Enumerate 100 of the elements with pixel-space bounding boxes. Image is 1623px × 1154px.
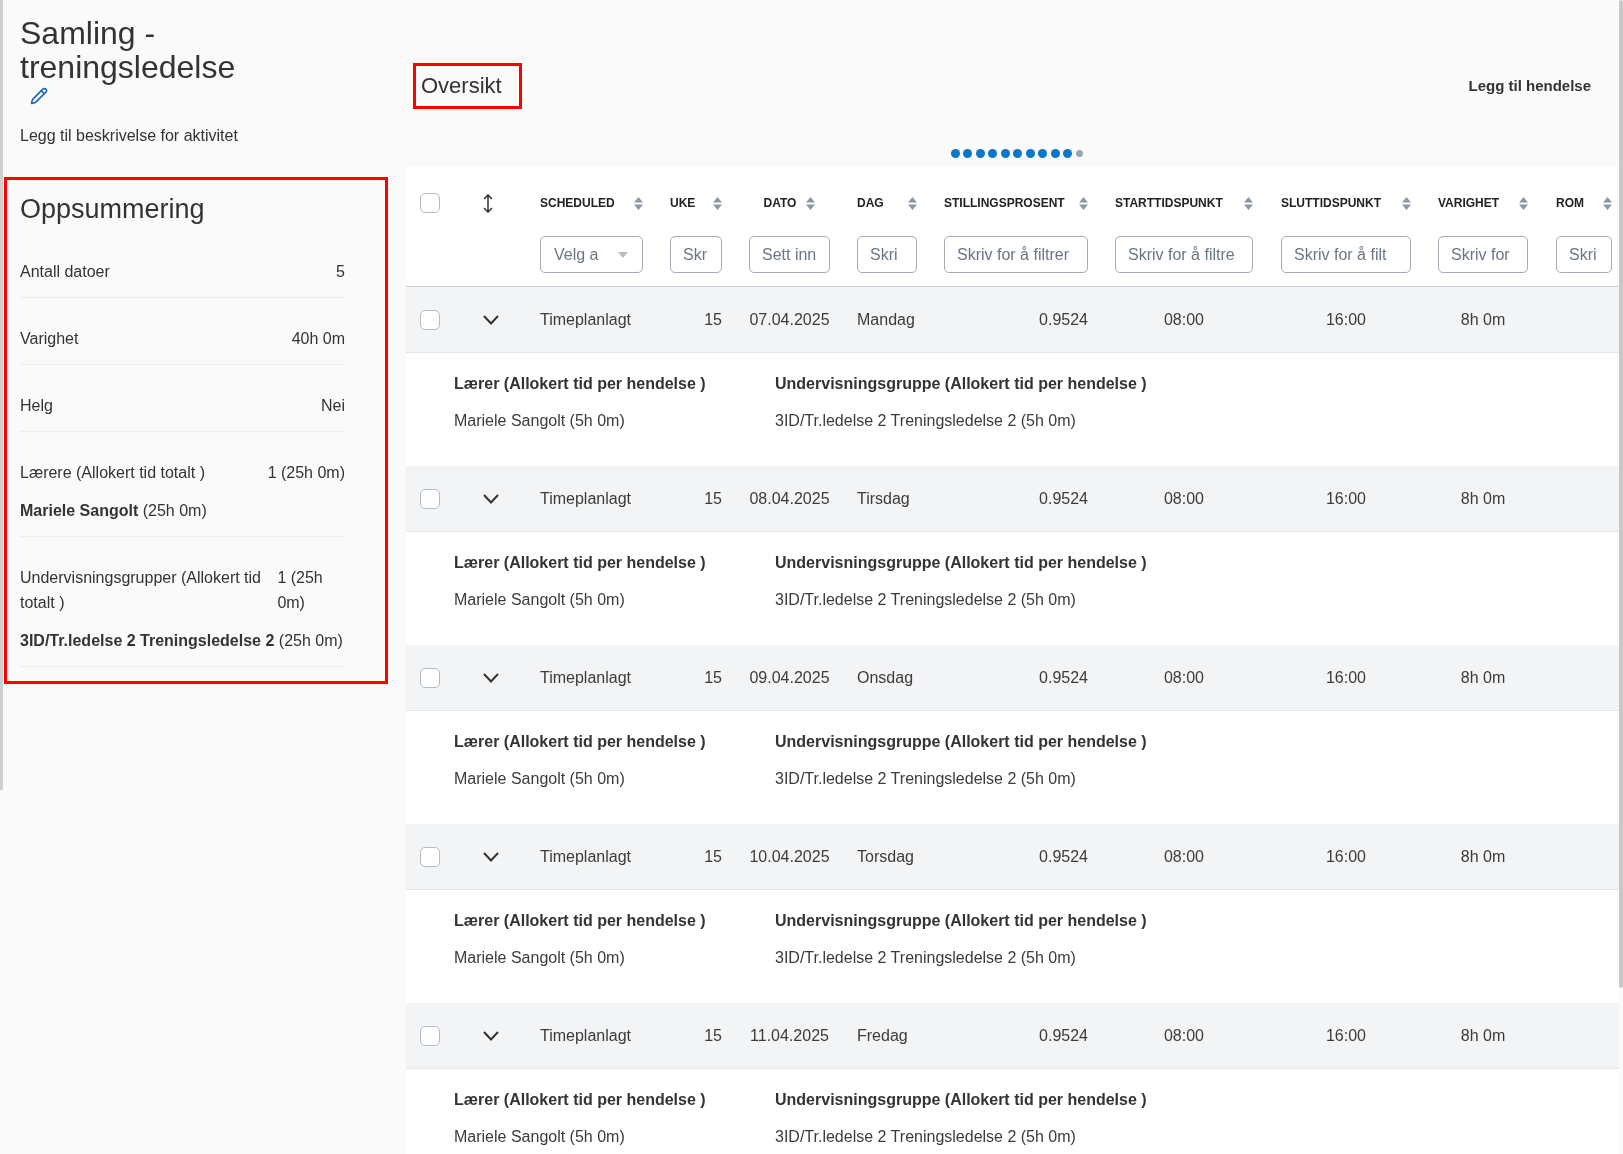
checkbox[interactable] [420, 1025, 440, 1046]
table-cell-text: 8h 0m [1460, 1025, 1506, 1046]
filter-field[interactable]: Skriv for å filt [1281, 236, 1411, 273]
sort-icon[interactable] [1519, 196, 1528, 210]
detail-value: 3ID/Tr.ledelse 2 Treningsledelse 2 (5h 0m) [775, 1127, 1076, 1147]
column-header[interactable]: SLUTTIDSPUNKT [1281, 194, 1381, 212]
sort-icon[interactable] [1603, 196, 1612, 210]
sort-icon[interactable] [908, 196, 917, 210]
summary-label: Undervisningsgrupper (Allokert tid totalt ) [20, 568, 262, 613]
table-cell-text: 15 [704, 846, 722, 867]
table-cell-text: Fredag [857, 1025, 908, 1046]
chevron-down-icon[interactable] [483, 1030, 499, 1041]
detail-label: Undervisningsgruppe (Allokert tid per hendelse ) [775, 732, 1147, 752]
table-cell-text: 08:00 [1163, 488, 1204, 509]
filter-field[interactable]: Sett inn [749, 236, 830, 273]
detail-label: Lærer (Allokert tid per hendelse ) [454, 732, 706, 752]
table-cell-text: 07.04.2025 [749, 309, 830, 330]
table-cell-text: 0.9524 [1039, 488, 1088, 509]
column-header[interactable]: STILLINGSPROSENT [944, 194, 1065, 212]
table-cell-text: Tirsdag [857, 488, 910, 509]
filter-dropdown[interactable]: Velg a [540, 236, 643, 273]
table-cell-text: Timeplanlagt [540, 309, 631, 330]
summary-label: Antall datoer [20, 262, 110, 282]
table-cell-text: 16:00 [1325, 488, 1366, 509]
filter-field[interactable]: Skriv for å filtrer [944, 236, 1088, 273]
sort-icon[interactable] [713, 196, 722, 210]
summary-label: Lærere (Allokert tid totalt ) [20, 463, 205, 483]
checkbox[interactable] [420, 667, 440, 688]
chevron-down-icon[interactable] [483, 314, 499, 325]
checkbox[interactable] [420, 846, 440, 867]
summary-label: Varighet [20, 329, 79, 349]
table-cell-text: 15 [704, 309, 722, 330]
up-down-arrow-icon[interactable] [482, 194, 494, 213]
summary-value: 5 [336, 262, 345, 282]
activity-title: Samling - treningsledelse [20, 16, 237, 84]
filter-field[interactable]: Skri [1556, 236, 1612, 273]
detail-label: Lærer (Allokert tid per hendelse ) [454, 374, 706, 394]
detail-label: Lærer (Allokert tid per hendelse ) [454, 553, 706, 573]
table-cell-text: 15 [704, 667, 722, 688]
sort-icon[interactable] [1402, 196, 1411, 210]
chevron-down-icon[interactable] [483, 851, 499, 862]
checkbox[interactable] [420, 309, 440, 330]
table-cell-text: 8h 0m [1460, 309, 1506, 330]
summary-item: 3ID/Tr.ledelse 2 Treningsledelse 2 (25h 0m) [20, 631, 343, 651]
detail-label: Lærer (Allokert tid per hendelse ) [454, 1090, 706, 1110]
table-cell-text: 16:00 [1325, 309, 1366, 330]
sort-icon[interactable] [634, 196, 643, 210]
filter-field[interactable]: Skriv for å filtre [1115, 236, 1253, 273]
table-cell-text: 15 [704, 488, 722, 509]
table-cell-text: 0.9524 [1039, 667, 1088, 688]
table-cell-text: 08:00 [1163, 1025, 1204, 1046]
table-cell-text: 16:00 [1325, 667, 1366, 688]
column-header[interactable]: STARTTIDSPUNKT [1115, 194, 1223, 212]
detail-value: Mariele Sangolt (5h 0m) [454, 590, 625, 610]
table-cell-text: 08:00 [1163, 846, 1204, 867]
column-header[interactable]: SCHEDULED [540, 194, 615, 212]
detail-value: 3ID/Tr.ledelse 2 Treningsledelse 2 (5h 0m) [775, 411, 1076, 431]
table-cell-text: Timeplanlagt [540, 1025, 631, 1046]
description-prompt[interactable]: Legg til beskrivelse for aktivitet [20, 125, 238, 147]
table-cell-text: 8h 0m [1460, 667, 1506, 688]
column-header[interactable]: DATO [763, 194, 797, 212]
filter-field[interactable]: Skri [857, 236, 917, 273]
detail-value: Mariele Sangolt (5h 0m) [454, 769, 625, 789]
summary-label: Helg [20, 396, 53, 416]
table-cell-text: 08:00 [1163, 309, 1204, 330]
table-cell-text: 16:00 [1325, 1025, 1366, 1046]
table-cell-text: Torsdag [857, 846, 914, 867]
checkbox[interactable] [420, 488, 440, 509]
sort-icon[interactable] [806, 196, 816, 210]
detail-value: Mariele Sangolt (5h 0m) [454, 948, 625, 968]
filter-field[interactable]: Skr [670, 236, 722, 273]
detail-value: Mariele Sangolt (5h 0m) [454, 1127, 625, 1147]
column-header[interactable]: DAG [857, 194, 884, 212]
table-cell-text: 0.9524 [1039, 309, 1088, 330]
column-header[interactable]: UKE [670, 194, 696, 212]
checkbox[interactable] [420, 193, 440, 213]
detail-value: 3ID/Tr.ledelse 2 Treningsledelse 2 (5h 0m) [775, 769, 1076, 789]
table-cell-text: Timeplanlagt [540, 488, 631, 509]
chevron-down-icon[interactable] [483, 672, 499, 683]
sort-icon[interactable] [1244, 196, 1253, 210]
summary-heading: Oppsummering [20, 194, 205, 224]
summary-value: Nei [321, 396, 345, 416]
chevron-down-icon[interactable] [483, 493, 499, 504]
table-cell-text: 0.9524 [1039, 1025, 1088, 1046]
table-cell-text: Onsdag [857, 667, 914, 688]
table-cell-text: Mandag [857, 309, 915, 330]
table-cell-text: 11.04.2025 [750, 1025, 829, 1046]
sort-icon[interactable] [1079, 196, 1088, 210]
add-event-button[interactable]: Legg til hendelse [1468, 76, 1591, 96]
table-cell-text: 0.9524 [1039, 846, 1088, 867]
detail-value: Mariele Sangolt (5h 0m) [454, 411, 625, 431]
column-header[interactable]: VARIGHET [1438, 194, 1500, 212]
table-cell-text: 8h 0m [1460, 488, 1506, 509]
summary-value: 1 (25h 0m) [277, 568, 324, 613]
summary-value: 40h 0m [291, 329, 345, 349]
column-header[interactable]: ROM [1556, 194, 1584, 212]
table-cell-text: 8h 0m [1460, 846, 1506, 867]
detail-label: Undervisningsgruppe (Allokert tid per hendelse ) [775, 1090, 1147, 1110]
pencil-icon[interactable] [30, 87, 48, 105]
filter-field[interactable]: Skriv for [1438, 236, 1528, 273]
